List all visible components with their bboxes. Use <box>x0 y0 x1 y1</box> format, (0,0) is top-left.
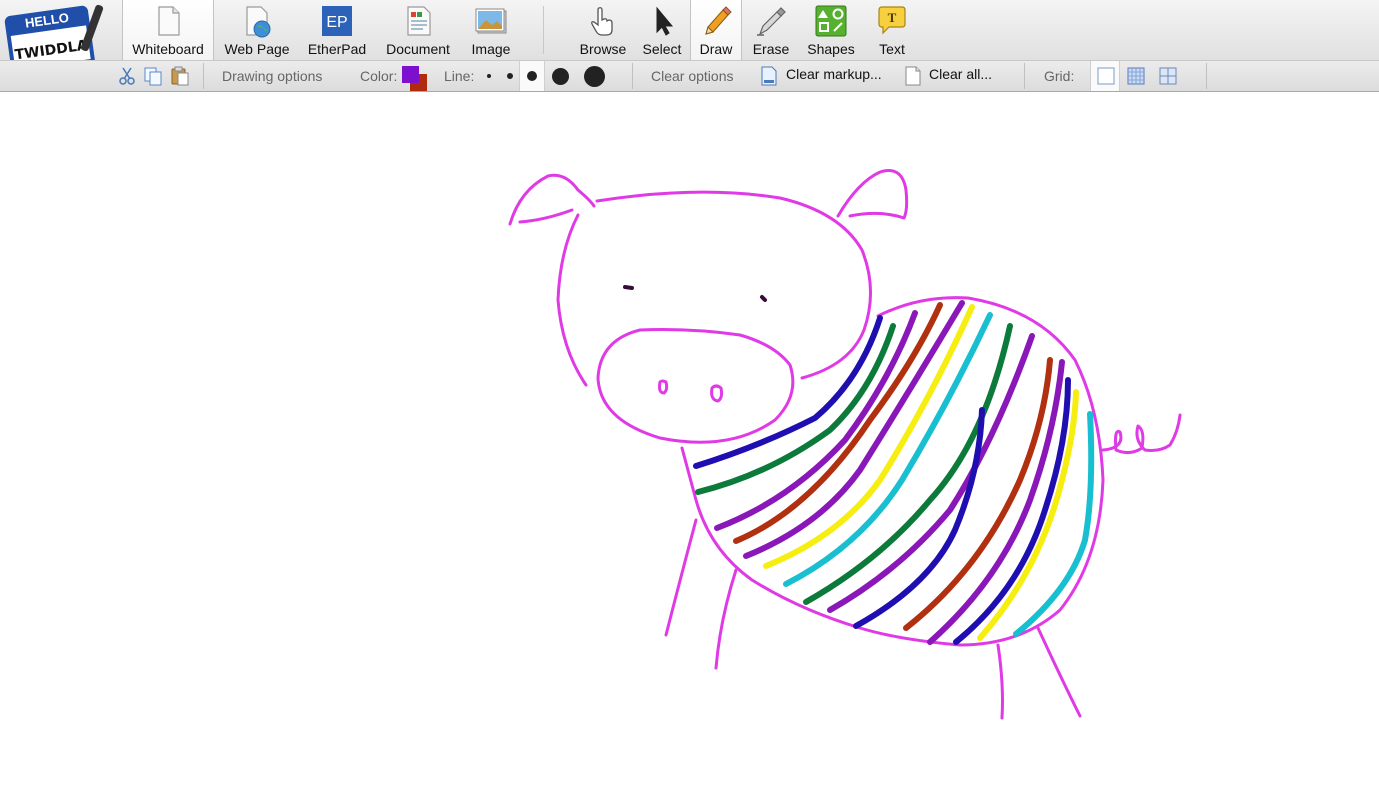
tab-image-label: Image <box>471 41 511 57</box>
whiteboard-canvas[interactable] <box>0 91 1379 801</box>
tab-etherpad-label: EtherPad <box>307 41 367 57</box>
grid-coarse-icon[interactable] <box>1158 66 1178 86</box>
clear-markup-label: Clear markup... <box>786 66 882 82</box>
pig-nostril-right-stroke <box>710 384 724 403</box>
pig-eye-left <box>623 285 634 290</box>
grid-label: Grid: <box>1044 68 1075 84</box>
pig-leg-back-left-stroke <box>996 643 1004 720</box>
grid-fine-icon[interactable] <box>1126 66 1146 86</box>
pig-leg-front-left-stroke <box>664 518 698 637</box>
tool-draw[interactable]: Draw <box>690 0 742 60</box>
line-size-4-dot <box>552 68 569 85</box>
pig-eye-right <box>760 295 767 302</box>
clear-markup-button[interactable]: Clear markup... <box>758 61 898 91</box>
copy-icon[interactable] <box>143 66 163 86</box>
text-tool-badge: T <box>888 10 897 25</box>
page-icon <box>158 6 180 36</box>
pig-left-ear-stroke <box>508 173 596 226</box>
tool-select-label: Select <box>642 41 682 57</box>
pig-leg-front-right-stroke <box>714 568 738 670</box>
color-picker[interactable] <box>402 66 430 91</box>
tool-shapes-label: Shapes <box>807 41 855 57</box>
drawing-options-label: Drawing options <box>222 68 323 84</box>
eraser-pen-icon <box>757 7 786 36</box>
shapes-icon <box>815 5 847 37</box>
line-size-2-dot <box>507 73 513 79</box>
line-label: Line: <box>444 68 475 84</box>
line-size-5-dot <box>584 66 605 87</box>
tool-erase-label: Erase <box>752 41 790 57</box>
text-bubble-icon: T <box>878 6 906 35</box>
tab-document-label: Document <box>386 41 450 57</box>
options-separator <box>203 63 204 89</box>
main-toolbar: HELLO TWIDDLA Whiteboard Web Page EP Eth… <box>0 0 1379 76</box>
tab-web-page-label: Web Page <box>224 41 290 57</box>
clear-all-button[interactable]: Clear all... <box>902 61 1012 91</box>
primary-color-swatch[interactable] <box>402 66 419 83</box>
tool-shapes[interactable]: Shapes <box>802 0 860 60</box>
pig-snout-stroke <box>596 328 795 444</box>
cut-icon[interactable] <box>117 66 137 86</box>
pig-leg-back-right-stroke <box>1036 626 1082 718</box>
tool-text[interactable]: T Text <box>864 0 920 60</box>
clear-markup-page-icon <box>761 66 777 86</box>
pig-right-ear-stroke <box>836 169 909 220</box>
tool-browse-label: Browse <box>579 41 627 57</box>
tab-whiteboard[interactable]: Whiteboard <box>122 0 214 60</box>
tool-draw-label: Draw <box>699 41 733 57</box>
tool-browse[interactable]: Browse <box>574 0 632 60</box>
stripe-cyan-2 <box>1013 411 1095 637</box>
line-size-3-dot <box>527 71 537 81</box>
paste-icon[interactable] <box>170 66 190 86</box>
pencil-icon <box>705 6 732 35</box>
document-icon <box>407 6 431 36</box>
line-size-1-dot <box>487 74 491 78</box>
tab-etherpad[interactable]: EP EtherPad <box>300 0 374 60</box>
clear-all-label: Clear all... <box>929 66 993 82</box>
color-label: Color: <box>360 68 398 84</box>
image-icon <box>475 8 507 34</box>
tab-web-page[interactable]: Web Page <box>218 0 296 60</box>
tool-select[interactable]: Select <box>636 0 688 60</box>
pig-stripes <box>693 300 1095 645</box>
tool-erase[interactable]: Erase <box>744 0 798 60</box>
line-size-2[interactable] <box>500 61 520 91</box>
line-size-1[interactable] <box>478 61 500 91</box>
line-size-4[interactable] <box>546 61 576 91</box>
grid-none-button[interactable] <box>1090 61 1120 91</box>
tab-whiteboard-label: Whiteboard <box>132 41 204 57</box>
pig-head-left-stroke <box>556 213 588 387</box>
pig-head-stroke <box>595 190 872 380</box>
clear-options-label: Clear options <box>651 68 734 84</box>
tab-image[interactable]: Image <box>462 0 520 60</box>
options-bar: Drawing options Color: Line: Clear optio… <box>0 60 1379 92</box>
pig-nostril-left-stroke <box>658 379 669 395</box>
etherpad-icon: EP <box>322 6 352 36</box>
toolbar-separator <box>543 6 544 54</box>
clear-all-page-icon <box>905 66 921 86</box>
line-size-3[interactable] <box>519 61 545 91</box>
line-size-5[interactable] <box>578 61 612 91</box>
hand-pointer-icon <box>591 7 613 36</box>
etherpad-badge: EP <box>326 14 347 31</box>
tool-text-label: Text <box>879 41 905 57</box>
web-page-globe-icon <box>246 6 271 38</box>
grid-none-icon <box>1097 67 1115 85</box>
tab-document[interactable]: Document <box>378 0 458 60</box>
pig-eyes <box>623 285 767 302</box>
arrow-cursor-icon <box>656 6 674 36</box>
options-separator <box>1024 63 1025 89</box>
options-separator <box>1206 63 1207 89</box>
pig-tail-stroke <box>1101 413 1182 455</box>
options-separator <box>632 63 633 89</box>
